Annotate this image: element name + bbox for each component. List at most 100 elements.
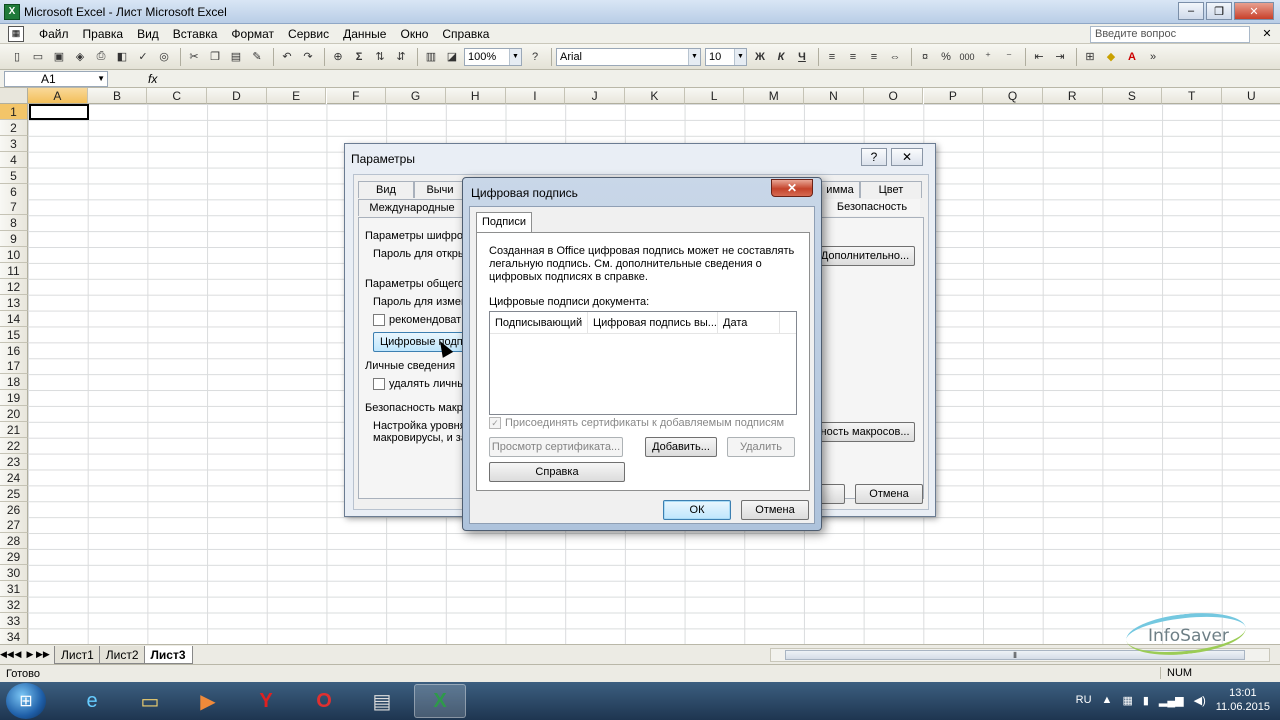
tray-clock[interactable]: 13:01 11.06.2015	[1216, 686, 1270, 714]
row-header[interactable]: 8	[0, 215, 28, 232]
tab-view[interactable]: Вид	[358, 181, 414, 198]
help-question-input[interactable]: Введите вопрос	[1090, 26, 1250, 43]
menu-help[interactable]: Справка	[435, 24, 496, 44]
help-icon[interactable]: ?	[526, 48, 544, 66]
chevron-down-icon[interactable]: ▼	[97, 72, 105, 86]
column-header[interactable]: G	[386, 88, 446, 104]
column-header[interactable]: M	[744, 88, 805, 104]
column-header[interactable]: A	[28, 88, 88, 104]
add-signature-button[interactable]: Добавить...	[645, 437, 717, 457]
advanced-button[interactable]: Дополнительно...	[815, 246, 915, 266]
undo-icon[interactable]: ↶	[278, 48, 296, 66]
row-header[interactable]: 29	[0, 549, 28, 566]
menu-window[interactable]: Окно	[393, 24, 435, 44]
row-header[interactable]: 24	[0, 469, 28, 486]
print-icon[interactable]: ⎙	[92, 48, 110, 66]
minimize-button[interactable]: –	[1178, 2, 1204, 20]
column-header[interactable]: R	[1042, 88, 1103, 104]
column-header[interactable]: S	[1102, 88, 1163, 104]
decrease-decimal-icon[interactable]: ⁻	[1000, 48, 1018, 66]
row-header[interactable]: 7	[0, 199, 28, 216]
row-header[interactable]: 2	[0, 119, 28, 136]
attach-certs-checkbox[interactable]: ✓	[489, 417, 501, 429]
remote-desktop-icon[interactable]: ▤	[356, 684, 408, 718]
currency-icon[interactable]: ¤	[916, 48, 934, 66]
sheet-tab-1[interactable]: Лист1	[54, 645, 101, 664]
next-sheet-icon[interactable]: ▶	[24, 649, 36, 660]
media-player-icon[interactable]: ▶	[182, 684, 234, 718]
zoom-select[interactable]: 100% ▼	[464, 47, 522, 66]
column-header[interactable]: K	[625, 88, 685, 104]
tab-security[interactable]: Безопасность	[824, 199, 920, 216]
document-icon[interactable]: ▦	[8, 25, 24, 42]
redo-icon[interactable]: ↷	[299, 48, 317, 66]
font-color-icon[interactable]: A	[1123, 48, 1141, 66]
autosum-icon[interactable]: Σ	[350, 48, 368, 66]
row-header[interactable]: 17	[0, 358, 28, 375]
align-right-icon[interactable]: ≡	[865, 48, 883, 66]
signature-help-button[interactable]: Справка	[489, 462, 625, 482]
column-header[interactable]: C	[147, 88, 208, 104]
signatures-list[interactable]: Подписывающий Цифровая подпись вы... Дат…	[489, 311, 797, 415]
column-header[interactable]: D	[207, 88, 267, 104]
bold-button[interactable]: Ж	[751, 48, 769, 66]
explorer-icon[interactable]: ▭	[124, 684, 176, 718]
signature-close-button[interactable]: ✕	[771, 179, 813, 197]
cut-icon[interactable]: ✂	[185, 48, 203, 66]
fill-color-icon[interactable]: ◆	[1102, 48, 1120, 66]
merge-center-icon[interactable]: ⇔	[886, 48, 904, 66]
tab-international[interactable]: Международные	[358, 199, 466, 216]
row-header[interactable]: 14	[0, 310, 28, 327]
open-icon[interactable]: ▭	[29, 48, 47, 66]
row-header[interactable]: 25	[0, 485, 28, 502]
excel-taskbar-icon[interactable]: X	[414, 684, 466, 718]
prev-sheet-icon[interactable]: ◀	[12, 649, 24, 660]
row-header[interactable]: 18	[0, 374, 28, 391]
network-icon[interactable]: ▦	[1122, 694, 1132, 707]
font-select[interactable]: Arial ▼	[556, 47, 701, 66]
column-date[interactable]: Дата	[718, 312, 780, 333]
percent-button[interactable]: %	[937, 48, 955, 66]
italic-button[interactable]: К	[772, 48, 790, 66]
underline-button[interactable]: Ч	[793, 48, 811, 66]
column-signer[interactable]: Подписывающий	[490, 312, 588, 333]
fx-icon[interactable]: fx	[148, 72, 157, 86]
signature-cancel-button[interactable]: Отмена	[741, 500, 809, 520]
row-header[interactable]: 12	[0, 278, 28, 295]
tab-color[interactable]: Цвет	[860, 181, 922, 198]
row-header[interactable]: 32	[0, 596, 28, 613]
increase-indent-icon[interactable]: ⇥	[1051, 48, 1069, 66]
borders-icon[interactable]: ⊞	[1081, 48, 1099, 66]
menu-tools[interactable]: Сервис	[281, 24, 336, 44]
row-header[interactable]: 16	[0, 342, 28, 359]
battery-icon[interactable]: ▮	[1143, 694, 1149, 707]
view-certificate-button[interactable]: Просмотр сертификата...	[489, 437, 623, 457]
restore-button[interactable]: ❐	[1206, 2, 1232, 20]
row-header[interactable]: 31	[0, 581, 28, 597]
sheet-tab-3[interactable]: Лист3	[143, 645, 193, 664]
column-header[interactable]: B	[87, 88, 148, 104]
row-header[interactable]: 26	[0, 501, 28, 518]
language-indicator[interactable]: RU	[1076, 694, 1092, 706]
row-header[interactable]: 22	[0, 437, 28, 454]
opera-icon[interactable]: O	[298, 684, 350, 718]
remove-personal-checkbox[interactable]	[373, 378, 385, 390]
chevron-down-icon[interactable]: ▼	[734, 48, 746, 65]
menu-edit[interactable]: Правка	[76, 24, 131, 44]
signal-icon[interactable]: ▂▄▆	[1159, 694, 1184, 707]
print-preview-icon[interactable]: ◧	[113, 48, 131, 66]
column-header[interactable]: Q	[983, 88, 1043, 104]
hyperlink-icon[interactable]: ⊕	[329, 48, 347, 66]
name-box[interactable]: A1 ▼	[4, 70, 108, 87]
close-window-button[interactable]: ✕	[1234, 2, 1274, 20]
align-left-icon[interactable]: ≡	[823, 48, 841, 66]
sort-ascending-icon[interactable]: ⇅	[371, 48, 389, 66]
toolbar-options-icon[interactable]: »	[1144, 48, 1162, 66]
column-issued-by[interactable]: Цифровая подпись вы...	[588, 312, 718, 333]
new-icon[interactable]: ▯	[8, 48, 26, 66]
start-button[interactable]: ⊞	[6, 683, 46, 719]
row-header[interactable]: 1	[0, 104, 28, 120]
column-header[interactable]: O	[863, 88, 924, 104]
active-cell-a1[interactable]	[29, 104, 89, 120]
tab-calculation[interactable]: Вычи	[414, 181, 466, 198]
